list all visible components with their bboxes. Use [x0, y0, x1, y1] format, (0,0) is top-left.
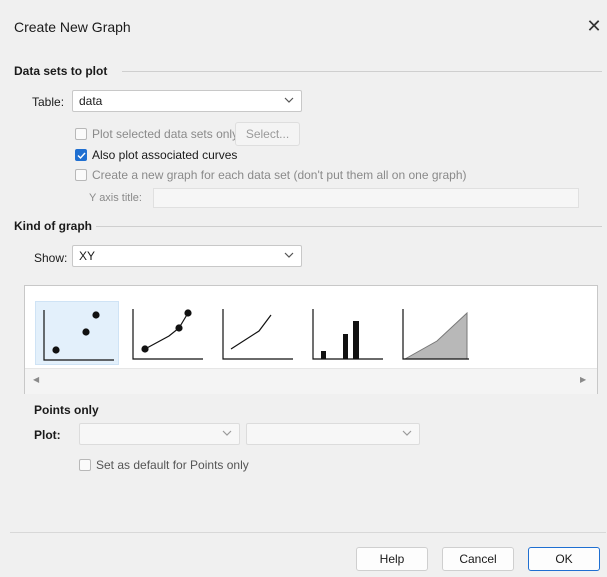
also-plot-checkbox[interactable] [75, 149, 87, 161]
plot-selected-label: Plot selected data sets only [92, 127, 239, 141]
gallery-tile-area[interactable] [387, 301, 471, 365]
chevron-down-icon [222, 430, 232, 436]
ok-button[interactable]: OK [528, 547, 600, 571]
show-select[interactable]: XY [72, 245, 302, 267]
close-button[interactable]: ✕ [584, 16, 604, 36]
window-title: Create New Graph [14, 19, 131, 35]
scroll-right-icon[interactable]: ▶ [580, 375, 586, 384]
line-only-icon [222, 309, 293, 360]
plot-select-1[interactable] [79, 423, 240, 445]
table-label: Table: [32, 95, 65, 109]
section-divider [122, 71, 602, 72]
section-title-kind-of-graph: Kind of graph [14, 219, 92, 233]
help-button[interactable]: Help [356, 547, 428, 571]
select-button[interactable]: Select... [235, 122, 300, 146]
set-default-checkbox[interactable] [79, 459, 91, 471]
chevron-down-icon [284, 97, 294, 103]
chevron-down-icon [402, 430, 412, 436]
scroll-left-icon[interactable]: ◀ [33, 375, 39, 384]
plot-label: Plot: [34, 428, 61, 442]
show-select-value: XY [79, 249, 96, 263]
close-icon: ✕ [586, 16, 602, 36]
show-label: Show: [34, 251, 68, 265]
chevron-down-icon [284, 252, 294, 258]
graph-type-gallery: ◀ ▶ [24, 285, 598, 394]
plot-selected-checkbox[interactable] [75, 128, 87, 140]
y-axis-title-label: Y axis title: [89, 192, 142, 204]
plot-select-2[interactable] [246, 423, 420, 445]
spikes-bar-icon [312, 309, 383, 360]
also-plot-label: Also plot associated curves [92, 148, 238, 162]
new-graph-each-checkbox[interactable] [75, 169, 87, 181]
area-fill-icon [402, 309, 469, 360]
cancel-button[interactable]: Cancel [442, 547, 514, 571]
graph-kind-heading: Points only [34, 403, 99, 417]
section-divider [96, 226, 602, 227]
footer-divider [10, 532, 606, 533]
gallery-tile-spikes[interactable] [299, 301, 383, 365]
checkmark-icon [77, 152, 86, 160]
points-and-connecting-line-icon [132, 309, 203, 360]
gallery-tile-points-and-line[interactable] [123, 301, 207, 365]
y-axis-title-input[interactable] [153, 188, 579, 208]
gallery-tile-line-only[interactable] [211, 301, 295, 365]
table-select-value: data [79, 94, 103, 108]
gallery-scrollbar[interactable]: ◀ ▶ [25, 368, 597, 394]
points-only-icon [43, 310, 114, 361]
set-default-label: Set as default for Points only [96, 458, 249, 472]
table-select[interactable]: data [72, 90, 302, 112]
gallery-tile-points-only[interactable] [35, 301, 119, 365]
new-graph-each-label: Create a new graph for each data set (do… [92, 168, 467, 182]
section-title-data-sets: Data sets to plot [14, 64, 108, 78]
